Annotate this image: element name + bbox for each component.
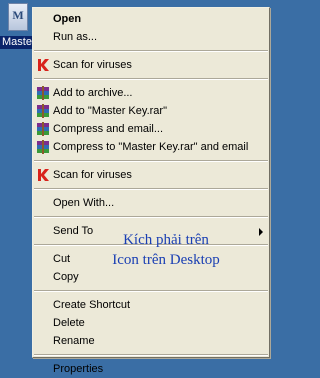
menu-item-add-to-archive-label: Add to archive... <box>53 87 133 99</box>
menu-item-add-to-archive[interactable]: Add to archive... <box>33 84 269 102</box>
kaspersky-k-icon <box>38 59 49 71</box>
menu-item-add-to-rar[interactable]: Add to "Master Key.rar" <box>33 102 269 120</box>
menu-item-cut-label: Cut <box>53 253 71 265</box>
winrar-books-icon <box>37 122 49 136</box>
menu-item-open[interactable]: Open <box>33 10 269 28</box>
menu-item-compress-email[interactable]: Compress and email... <box>33 120 269 138</box>
winrar-books-icon <box>37 104 49 118</box>
menu-separator <box>34 160 268 162</box>
menu-item-compress-email-label: Compress and email... <box>53 123 164 135</box>
menu-separator <box>34 216 268 218</box>
annotation-line-2: Icon trên Desktop <box>112 252 220 268</box>
menu-item-open-with-label: Open With... <box>53 197 115 209</box>
winrar-books-icon <box>37 140 49 154</box>
menu-item-run-as-label: Run as... <box>53 31 98 43</box>
menu-item-add-to-rar-label: Add to "Master Key.rar" <box>53 105 167 117</box>
kaspersky-k-icon <box>38 169 49 181</box>
menu-separator <box>34 290 268 292</box>
menu-separator <box>34 50 268 52</box>
context-menu: Open Run as... Scan for viruses Add to a… <box>32 7 270 375</box>
menu-item-rename[interactable]: Rename <box>33 332 269 350</box>
desktop-file-icon[interactable]: M Master Key <box>0 0 34 52</box>
menu-item-scan-viruses-2[interactable]: Scan for viruses <box>33 166 269 184</box>
menu-item-scan-viruses[interactable]: Scan for viruses <box>33 56 269 74</box>
menu-separator <box>34 354 268 356</box>
file-icon: M <box>8 3 28 31</box>
menu-item-scan-viruses-label: Scan for viruses <box>53 59 132 71</box>
menu-item-open-with[interactable]: Open With... <box>33 194 269 212</box>
menu-item-run-as[interactable]: Run as... <box>33 28 269 46</box>
desktop-icon-label: Master Key <box>0 36 34 49</box>
menu-item-compress-rar-email-label: Compress to "Master Key.rar" and email <box>53 141 249 153</box>
menu-separator <box>34 78 268 80</box>
menu-item-copy[interactable]: Copy <box>33 268 269 286</box>
submenu-arrow-icon <box>259 228 263 236</box>
menu-item-scan-viruses-2-label: Scan for viruses <box>53 169 132 181</box>
menu-item-create-shortcut[interactable]: Create Shortcut <box>33 296 269 314</box>
winrar-books-icon <box>37 86 49 100</box>
menu-item-create-shortcut-label: Create Shortcut <box>53 299 131 311</box>
menu-item-properties[interactable]: Properties <box>33 360 269 378</box>
menu-item-copy-label: Copy <box>53 271 79 283</box>
menu-item-open-label: Open <box>53 13 82 25</box>
menu-item-delete-label: Delete <box>53 317 85 329</box>
menu-item-delete[interactable]: Delete <box>33 314 269 332</box>
menu-separator <box>34 188 268 190</box>
menu-item-rename-label: Rename <box>53 335 95 347</box>
menu-item-compress-rar-email[interactable]: Compress to "Master Key.rar" and email <box>33 138 269 156</box>
annotation-text: Kích phải trên Icon trên Desktop <box>86 230 246 270</box>
menu-item-properties-label: Properties <box>53 363 104 375</box>
annotation-line-1: Kích phải trên <box>123 232 209 248</box>
